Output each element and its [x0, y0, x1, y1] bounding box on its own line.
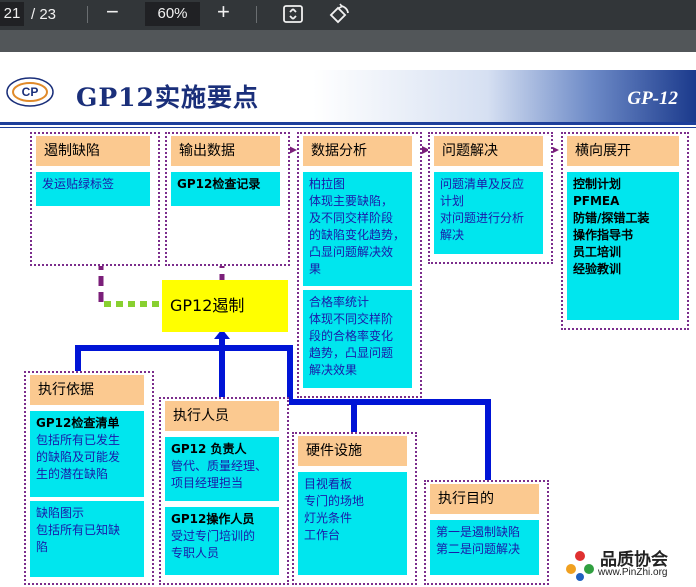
fit-page-icon[interactable] — [282, 4, 304, 30]
basis-checklist: GP12检查清单 包括所有已发生 的缺陷及可能发 生的潜在缺陷 — [30, 411, 144, 497]
analysis-line: 合格率统计 — [309, 295, 370, 309]
expand-line: 防错/探错工装 — [573, 211, 650, 225]
staff-header: 执行人员 — [165, 401, 279, 431]
basis-box: 执行依据 GP12检查清单 包括所有已发生 的缺陷及可能发 生的潜在缺陷 缺陷图… — [24, 371, 154, 585]
expand-box: 横向展开 控制计划 PFMEA 防错/探错工装 操作指导书 员工培训 经验教训 — [561, 132, 689, 330]
purpose-line: 第一是遏制缺陷 — [436, 525, 521, 539]
purpose-box: 执行目的 第一是遏制缺陷 第二是问题解决 — [424, 480, 549, 585]
expand-line: 控制计划 — [573, 177, 622, 191]
basis-line: 生的潜在缺陷 — [36, 467, 109, 481]
analysis-line: 体现不同交样阶 — [309, 312, 394, 326]
basis-line: 陷 — [36, 540, 49, 554]
basis-line: 缺陷图示 — [36, 506, 85, 520]
basis-line: 包括所有已知缺 — [36, 523, 121, 537]
zoom-input[interactable]: 60% — [145, 2, 200, 26]
analysis-line: 凸显问题解决效 — [309, 245, 394, 259]
staff-box: 执行人员 GP12 负责人 管代、质量经理、 项目经理担当 GP12操作人员 受… — [159, 397, 289, 585]
zoom-out-button[interactable]: − — [106, 1, 119, 23]
analysis-passrate: 合格率统计 体现不同交样阶 段的合格率变化 趋势，凸显问题 解决效果 — [303, 290, 412, 388]
analysis-line: 段的合格率变化 — [309, 329, 394, 343]
hardware-line: 工作台 — [304, 528, 341, 542]
hardware-body: 目视看板 专门的场地 灯光条件 工作台 — [298, 472, 407, 575]
hardware-line: 专门的场地 — [304, 494, 365, 508]
staff-leader: GP12 负责人 管代、质量经理、 项目经理担当 — [165, 437, 279, 501]
analysis-line: 的缺陷变化趋势， — [309, 228, 406, 242]
hardware-line: 目视看板 — [304, 477, 353, 491]
staff-leader-title: GP12 负责人 — [171, 442, 247, 456]
problem-line: 对问题进行分析 — [440, 211, 525, 225]
pdf-toolbar: 21 / 23 − 60% + — [0, 0, 696, 30]
basis-header: 执行依据 — [30, 375, 144, 405]
hardware-header: 硬件设施 — [298, 436, 407, 466]
pinzhi-watermark: 品质协会 www.PinZhi.org — [562, 545, 692, 585]
page-total: / 23 — [31, 6, 57, 23]
staff-operator: GP12操作人员 受过专门培训的 专职人员 — [165, 507, 279, 575]
expand-line: 经验教训 — [573, 262, 622, 276]
basis-checklist-title: GP12检查清单 — [36, 416, 120, 430]
slide-page: CP GP12实施要点 GP-12 遏制缺陷 发运贴绿标签 输出数据 GP12检… — [0, 52, 696, 587]
expand-header: 横向展开 — [567, 136, 679, 166]
output-line: GP12检查记录 — [177, 177, 261, 191]
analysis-line: 及不同交样阶段 — [309, 211, 394, 225]
containment-box: 遏制缺陷 发运贴绿标签 — [30, 132, 160, 266]
problem-line: 计划 — [440, 194, 465, 208]
toolbar-divider — [256, 6, 257, 23]
arrow-head — [289, 146, 297, 154]
analysis-header: 数据分析 — [303, 136, 412, 166]
expand-body: 控制计划 PFMEA 防错/探错工装 操作指导书 员工培训 经验教训 — [567, 172, 679, 320]
zoom-in-button[interactable]: + — [217, 1, 230, 23]
analysis-box: 数据分析 柏拉图 体现主要缺陷， 及不同交样阶段 的缺陷变化趋势， 凸显问题解决… — [297, 132, 422, 398]
purpose-body: 第一是遏制缺陷 第二是问题解决 — [430, 520, 539, 575]
problem-line: 解决 — [440, 228, 465, 242]
gp12-containment-center: GP12遏制 — [162, 280, 288, 332]
analysis-line: 果 — [309, 262, 322, 276]
problem-line: 问题清单及反应 — [440, 177, 525, 191]
toolbar-divider — [87, 6, 88, 23]
problem-box: 问题解决 问题清单及反应 计划 对问题进行分析 解决 — [428, 132, 553, 264]
staff-line: 专职人员 — [171, 546, 220, 560]
watermark-logo-icon — [566, 551, 594, 581]
hardware-box: 硬件设施 目视看板 专门的场地 灯光条件 工作台 — [292, 432, 417, 585]
output-body: GP12检查记录 — [171, 172, 280, 206]
analysis-line: 解决效果 — [309, 363, 358, 377]
analysis-line: 体现主要缺陷， — [309, 194, 394, 208]
watermark-url: www.PinZhi.org — [598, 567, 668, 578]
output-header: 输出数据 — [171, 136, 280, 166]
containment-line: 发运贴绿标签 — [42, 177, 115, 191]
staff-line: 受过专门培训的 — [171, 529, 256, 543]
basis-line: 包括所有已发生 — [36, 433, 121, 447]
containment-header: 遏制缺陷 — [36, 136, 150, 166]
basis-defect-chart: 缺陷图示 包括所有已知缺 陷 — [30, 501, 144, 577]
analysis-line: 趋势，凸显问题 — [309, 346, 394, 360]
purpose-line: 第二是问题解决 — [436, 542, 521, 556]
blue-connector-basis — [75, 334, 225, 372]
problem-header: 问题解决 — [434, 136, 543, 166]
purpose-header: 执行目的 — [430, 484, 539, 514]
expand-line: 操作指导书 — [573, 228, 634, 242]
viewer-background — [0, 30, 696, 52]
problem-body: 问题清单及反应 计划 对问题进行分析 解决 — [434, 172, 543, 254]
staff-line: 管代、质量经理、 — [171, 459, 268, 473]
output-box: 输出数据 GP12检查记录 — [165, 132, 290, 266]
rotate-icon[interactable] — [328, 3, 350, 31]
page-number-input[interactable]: 21 — [0, 2, 24, 26]
hardware-line: 灯光条件 — [304, 511, 353, 525]
basis-line: 的缺陷及可能发 — [36, 450, 121, 464]
containment-body: 发运贴绿标签 — [36, 172, 150, 206]
expand-line: 员工培训 — [573, 245, 622, 259]
analysis-line: 柏拉图 — [309, 177, 346, 191]
expand-line: PFMEA — [573, 194, 620, 208]
analysis-pareto: 柏拉图 体现主要缺陷， 及不同交样阶段 的缺陷变化趋势， 凸显问题解决效 果 — [303, 172, 412, 286]
staff-line: 项目经理担当 — [171, 476, 244, 490]
staff-operator-title: GP12操作人员 — [171, 512, 255, 526]
